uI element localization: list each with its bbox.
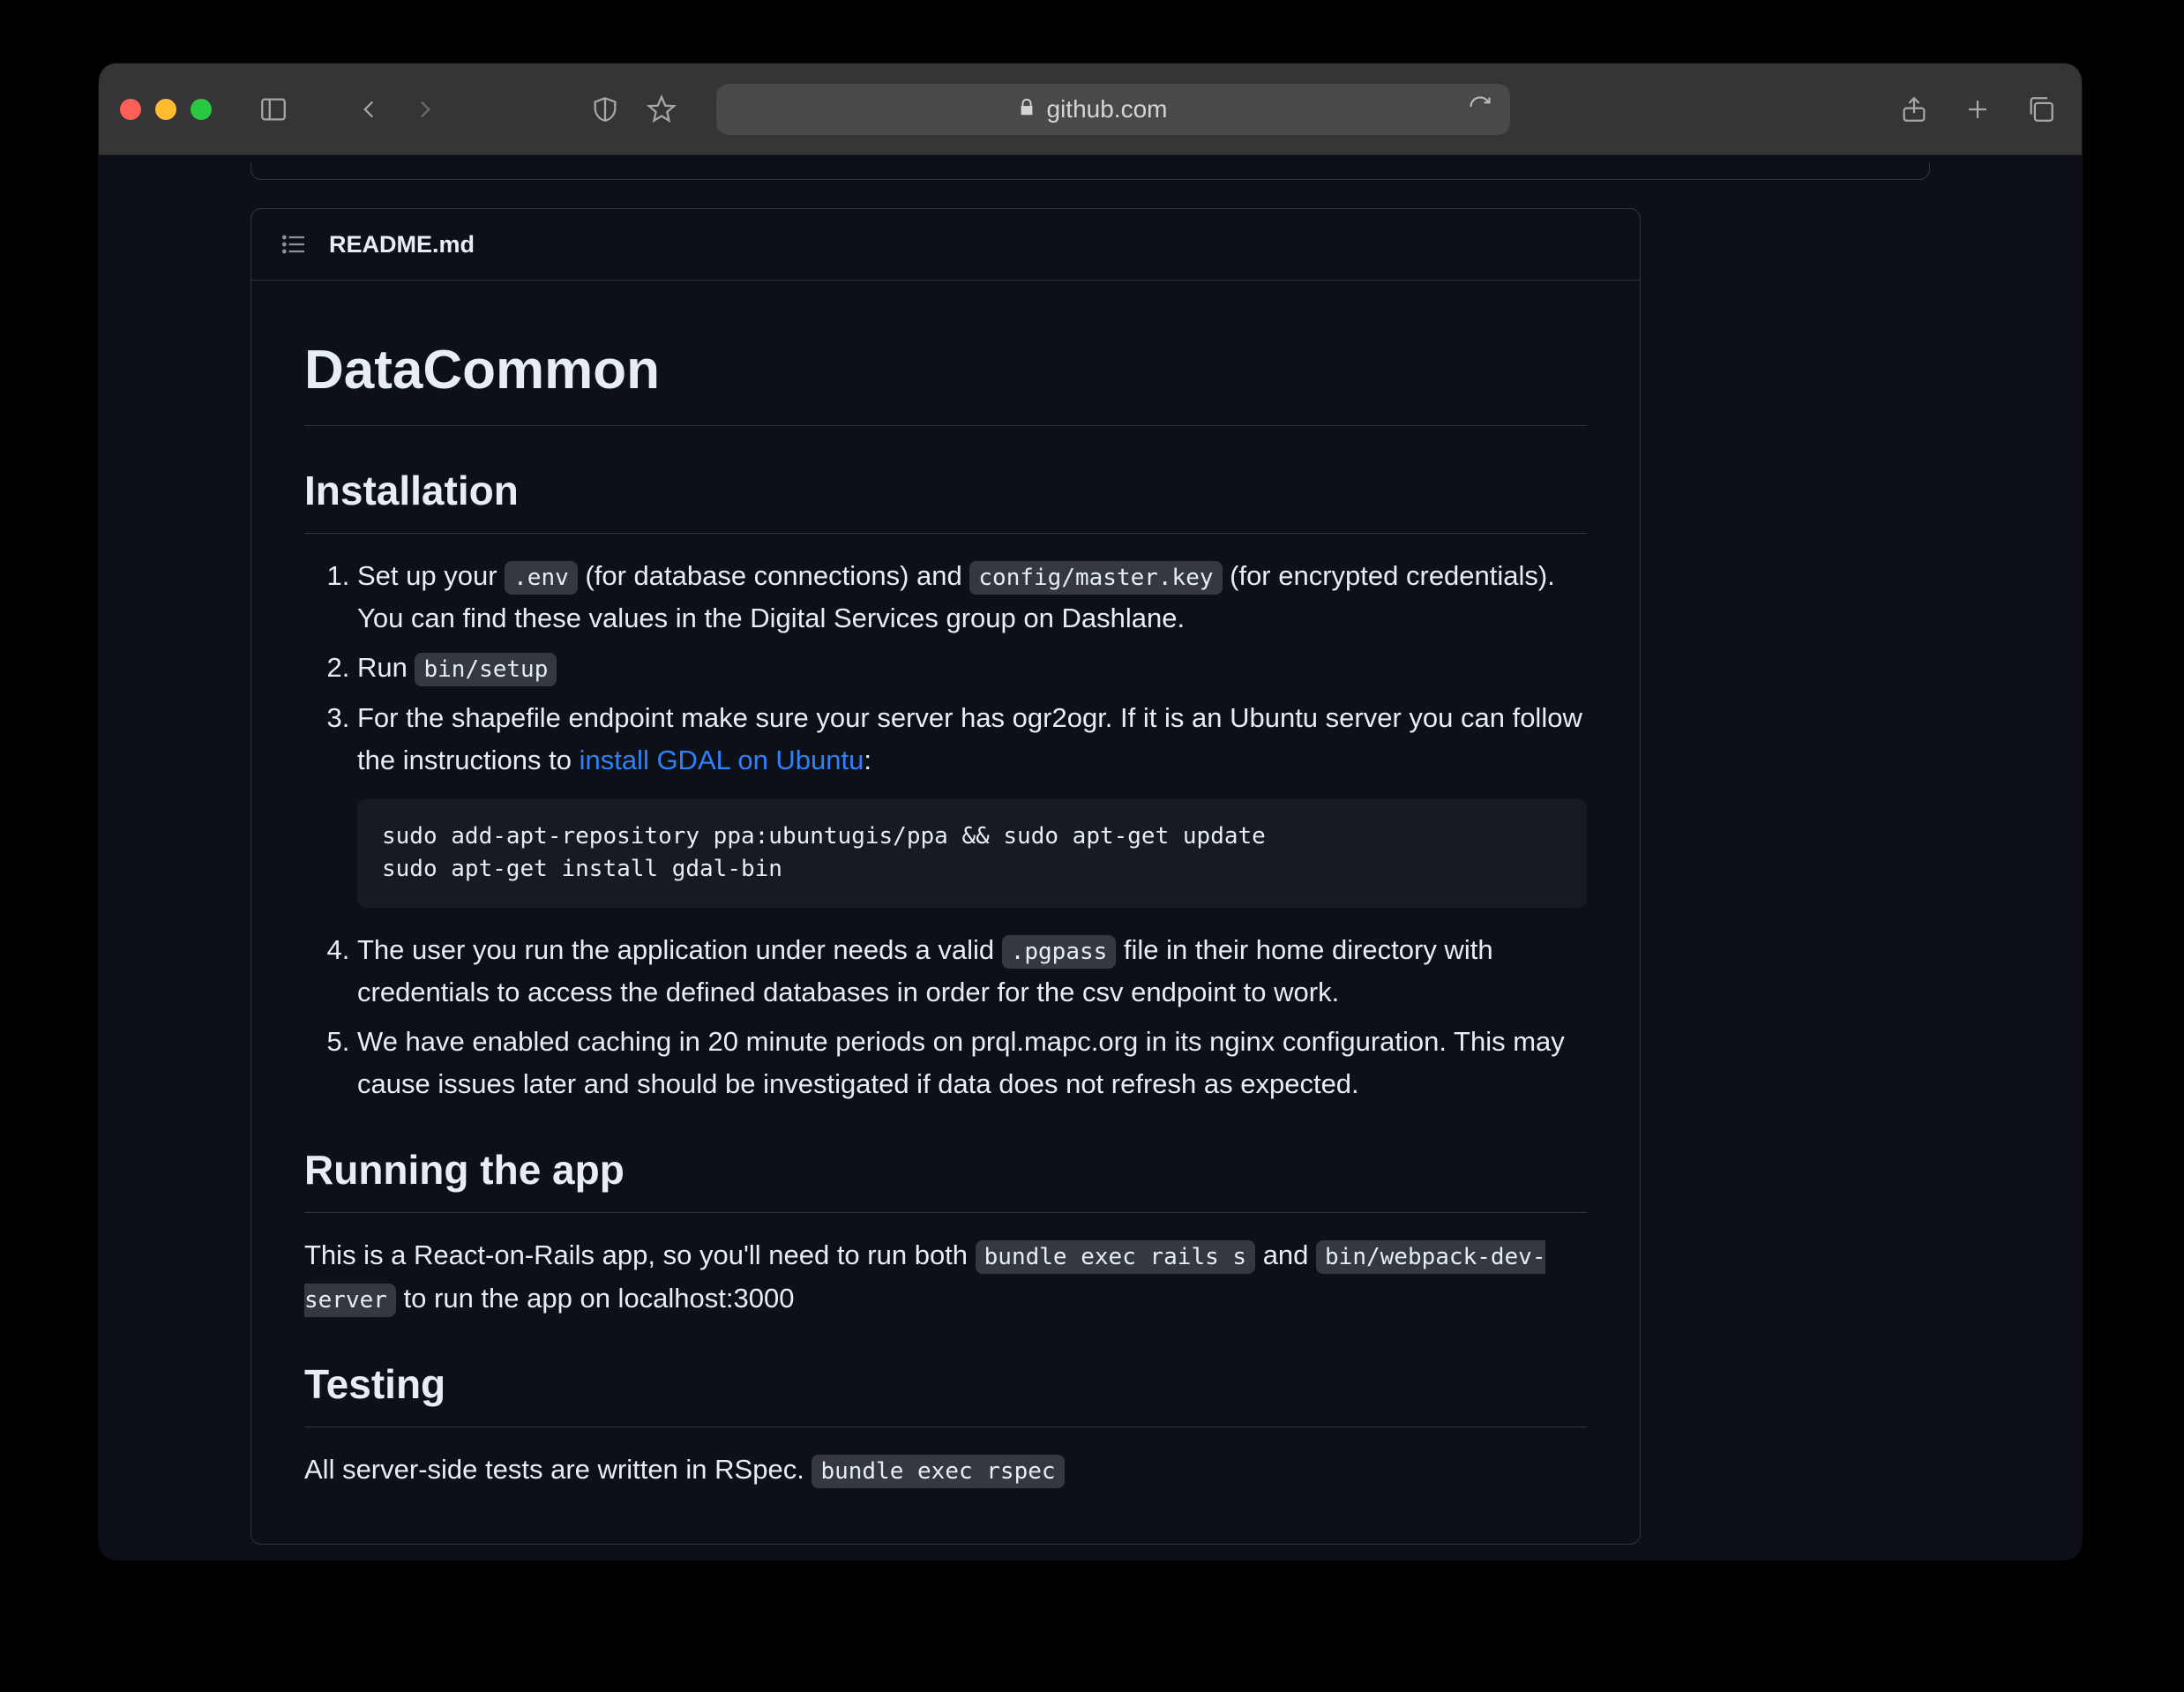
install-step-1: Set up your .env (for database connectio…: [357, 555, 1587, 640]
minimize-window-button[interactable]: [155, 99, 176, 120]
github-page: README.md DataCommon Installation Set up…: [99, 155, 2082, 1560]
testing-paragraph: All server-side tests are written in RSp…: [304, 1449, 1587, 1491]
code-rails-s: bundle exec rails s: [976, 1240, 1255, 1274]
reload-button[interactable]: [1468, 94, 1492, 124]
heading-testing: Testing: [304, 1353, 1587, 1427]
toc-button[interactable]: [276, 227, 311, 262]
address-bar[interactable]: github.com: [716, 84, 1510, 135]
code-master-key: config/master.key: [969, 561, 1222, 595]
readme-h1: DataCommon: [304, 328, 1587, 426]
repo-filelist-bottom-edge: [251, 162, 1930, 180]
share-button[interactable]: [1895, 90, 1933, 129]
window-controls: [120, 99, 212, 120]
privacy-shield-icon[interactable]: [586, 90, 625, 129]
sidebar-toggle-button[interactable]: [254, 90, 293, 129]
install-steps-list: Set up your .env (for database connectio…: [357, 555, 1587, 1105]
back-button[interactable]: [349, 90, 388, 129]
install-step-2: Run bin/setup: [357, 647, 1587, 689]
readme-header: README.md: [251, 209, 1640, 281]
heading-installation: Installation: [304, 460, 1587, 534]
install-step-3: For the shapefile endpoint make sure you…: [357, 697, 1587, 908]
forward-button: [406, 90, 445, 129]
install-step-5: We have enabled caching in 20 minute per…: [357, 1021, 1587, 1105]
lock-icon: [1017, 95, 1036, 124]
readme-filename[interactable]: README.md: [329, 231, 475, 258]
link-install-gdal[interactable]: install GDAL on Ubuntu: [580, 745, 864, 775]
code-bin-setup: bin/setup: [415, 653, 557, 686]
code-rspec: bundle exec rspec: [812, 1455, 1064, 1488]
running-paragraph: This is a React-on-Rails app, so you'll …: [304, 1234, 1587, 1319]
install-step-4: The user you run the application under n…: [357, 929, 1587, 1014]
tab-overview-button[interactable]: [2022, 90, 2061, 129]
safari-toolbar: github.com: [99, 64, 2082, 155]
code-env: .env: [505, 561, 578, 595]
heading-running: Running the app: [304, 1139, 1587, 1213]
url-host: github.com: [1047, 95, 1168, 124]
readme-container: README.md DataCommon Installation Set up…: [251, 208, 1641, 1545]
close-window-button[interactable]: [120, 99, 141, 120]
browser-window: github.com: [99, 64, 2082, 1560]
fullscreen-window-button[interactable]: [191, 99, 212, 120]
readme-body: DataCommon Installation Set up your .env…: [251, 281, 1640, 1544]
code-block-gdal: sudo add-apt-repository ppa:ubuntugis/pp…: [357, 799, 1587, 908]
code-pgpass: .pgpass: [1002, 935, 1117, 969]
bookmark-star-icon[interactable]: [642, 90, 681, 129]
new-tab-button[interactable]: [1958, 90, 1997, 129]
